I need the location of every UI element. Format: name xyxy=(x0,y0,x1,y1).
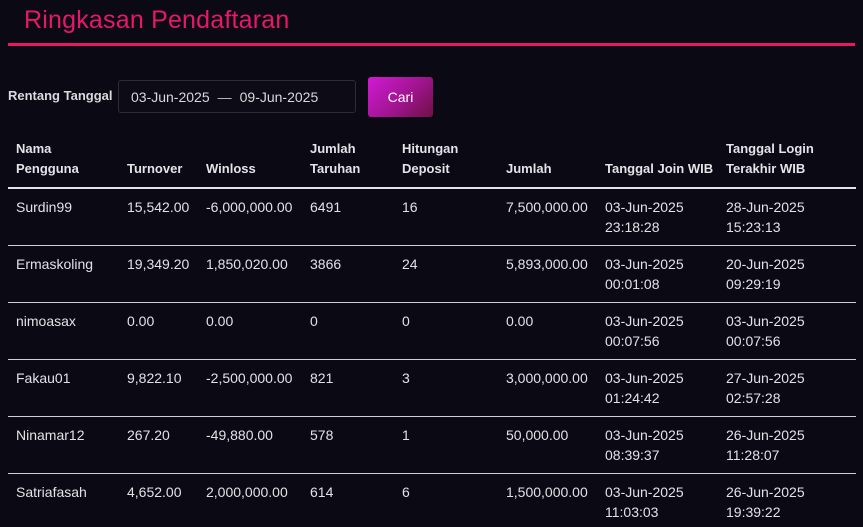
cell-amount: 50,000.00 xyxy=(506,427,569,443)
cell-last-login-date: 27-Jun-2025 xyxy=(726,370,805,386)
cell-last-login: 20-Jun-2025 09:29:19 xyxy=(726,254,805,294)
cell-turnover: 19,349.20 xyxy=(127,256,190,272)
cell-join-date-date: 03-Jun-2025 xyxy=(605,484,684,500)
header-winloss[interactable]: Winloss xyxy=(206,159,256,179)
cell-last-login-time: 00:07:56 xyxy=(726,333,781,349)
cell-amount: 0.00 xyxy=(506,313,534,329)
cell-winloss: -6,000,000.00 xyxy=(206,199,293,215)
cell-amount: 3,000,000.00 xyxy=(506,370,588,386)
cell-join-date-time: 23:18:28 xyxy=(605,219,660,235)
table-header: Nama Pengguna Turnover Winloss Jumlah Ta… xyxy=(8,137,856,189)
cell-deposit-count: 3 xyxy=(402,370,410,386)
cell-username: Surdin99 xyxy=(16,199,73,215)
cell-winloss: -2,500,000.00 xyxy=(206,370,293,386)
cell-amount: 7,500,000.00 xyxy=(506,199,588,215)
header-bet-count[interactable]: Jumlah Taruhan xyxy=(310,139,360,179)
table-body: Surdin99 15,542.00 -6,000,000.00 6491 16 7,50… xyxy=(8,189,856,527)
registration-table: Nama Pengguna Turnover Winloss Jumlah Ta… xyxy=(8,137,856,527)
cell-turnover: 267.20 xyxy=(127,427,170,443)
header-last-login[interactable]: Tanggal Login Terakhir WIB xyxy=(726,139,814,179)
cell-join-date-time: 11:03:03 xyxy=(605,504,659,520)
page-title: Ringkasan Pendaftaran xyxy=(24,6,290,34)
cell-deposit-count: 24 xyxy=(402,256,418,272)
cell-join-date-time: 08:39:37 xyxy=(605,447,660,463)
cell-join-date-time: 01:24:42 xyxy=(605,390,660,406)
cell-username: nimoasax xyxy=(16,313,76,329)
table-row[interactable]: Fakau01 9,822.10 -2,500,000.00 821 3 3,000,00… xyxy=(8,360,856,417)
cell-last-login: 26-Jun-2025 19:39:22 xyxy=(726,482,805,522)
cell-last-login-time: 19:39:22 xyxy=(726,504,781,520)
cell-winloss: 0.00 xyxy=(206,313,234,329)
cell-bet-count: 614 xyxy=(310,484,334,500)
cell-last-login-time: 02:57:28 xyxy=(726,390,781,406)
cell-deposit-count: 16 xyxy=(402,199,418,215)
table-row[interactable]: Surdin99 15,542.00 -6,000,000.00 6491 16 7,50… xyxy=(8,189,856,246)
date-range-label: Rentang Tanggal xyxy=(8,88,113,103)
cell-last-login-time: 09:29:19 xyxy=(726,276,781,292)
cell-last-login-date: 20-Jun-2025 xyxy=(726,256,805,272)
cell-bet-count: 0 xyxy=(310,313,318,329)
cell-bet-count: 578 xyxy=(310,427,334,443)
cell-username: Ermaskoling xyxy=(16,256,94,272)
date-range-input[interactable]: 03-Jun-2025 — 09-Jun-2025 xyxy=(118,80,356,113)
cell-join-date: 03-Jun-2025 01:24:42 xyxy=(605,368,684,408)
cell-deposit-count: 1 xyxy=(402,427,410,443)
cell-last-login-date: 26-Jun-2025 xyxy=(726,484,805,500)
cell-last-login-time: 11:28:07 xyxy=(726,447,780,463)
cell-last-login: 26-Jun-2025 11:28:07 xyxy=(726,425,805,465)
cell-join-date: 03-Jun-2025 23:18:28 xyxy=(605,197,684,237)
header-deposit-count[interactable]: Hitungan Deposit xyxy=(402,139,458,179)
cell-last-login: 27-Jun-2025 02:57:28 xyxy=(726,368,805,408)
cell-join-date: 03-Jun-2025 11:03:03 xyxy=(605,482,684,522)
header-username[interactable]: Nama Pengguna xyxy=(16,139,79,179)
cell-join-date-date: 03-Jun-2025 xyxy=(605,427,684,443)
table-row[interactable]: Ermaskoling 19,349.20 1,850,020.00 3866 24 5,… xyxy=(8,246,856,303)
cell-bet-count: 821 xyxy=(310,370,334,386)
cell-username: Ninamar12 xyxy=(16,427,85,443)
cell-join-date-time: 00:07:56 xyxy=(605,333,660,349)
registration-summary-page: Ringkasan Pendaftaran Rentang Tanggal 03… xyxy=(0,0,863,527)
cell-last-login-date: 28-Jun-2025 xyxy=(726,199,805,215)
header-amount[interactable]: Jumlah xyxy=(506,159,552,179)
date-separator: — xyxy=(217,88,232,105)
cell-join-date: 03-Jun-2025 00:01:08 xyxy=(605,254,684,294)
table-row[interactable]: Ninamar12 267.20 -49,880.00 578 1 50,000.00 03… xyxy=(8,417,856,474)
cell-last-login-time: 15:23:13 xyxy=(726,219,781,235)
cell-last-login: 28-Jun-2025 15:23:13 xyxy=(726,197,805,237)
title-divider xyxy=(8,43,855,46)
cell-winloss: 1,850,020.00 xyxy=(206,256,288,272)
date-from-value: 03-Jun-2025 xyxy=(131,88,210,105)
cell-deposit-count: 0 xyxy=(402,313,410,329)
header-join-date[interactable]: Tanggal Join WIB xyxy=(605,159,713,179)
cell-turnover: 0.00 xyxy=(127,313,155,329)
cell-winloss: 2,000,000.00 xyxy=(206,484,288,500)
cell-turnover: 9,822.10 xyxy=(127,370,182,386)
search-button[interactable]: Cari xyxy=(368,77,433,117)
table-row[interactable]: nimoasax 0.00 0.00 0 0 0.00 03-Jun-2025 00:07:5… xyxy=(8,303,856,360)
cell-last-login-date: 26-Jun-2025 xyxy=(726,427,805,443)
cell-join-date-date: 03-Jun-2025 xyxy=(605,199,684,215)
cell-join-date-date: 03-Jun-2025 xyxy=(605,313,684,329)
cell-last-login-date: 03-Jun-2025 xyxy=(726,313,805,329)
cell-join-date-date: 03-Jun-2025 xyxy=(605,370,684,386)
header-turnover[interactable]: Turnover xyxy=(127,159,182,179)
cell-join-date-date: 03-Jun-2025 xyxy=(605,256,684,272)
table-row[interactable]: Satriafasah 4,652.00 2,000,000.00 614 6 1,500… xyxy=(8,474,856,527)
cell-join-date: 03-Jun-2025 00:07:56 xyxy=(605,311,684,351)
cell-amount: 5,893,000.00 xyxy=(506,256,588,272)
cell-last-login: 03-Jun-2025 00:07:56 xyxy=(726,311,805,351)
cell-turnover: 4,652.00 xyxy=(127,484,182,500)
cell-username: Fakau01 xyxy=(16,370,71,386)
cell-join-date: 03-Jun-2025 08:39:37 xyxy=(605,425,684,465)
cell-bet-count: 6491 xyxy=(310,199,342,215)
cell-amount: 1,500,000.00 xyxy=(506,484,588,500)
cell-turnover: 15,542.00 xyxy=(127,199,190,215)
cell-bet-count: 3866 xyxy=(310,256,342,272)
cell-join-date-time: 00:01:08 xyxy=(605,276,660,292)
cell-winloss: -49,880.00 xyxy=(206,427,273,443)
cell-deposit-count: 6 xyxy=(402,484,410,500)
date-to-value: 09-Jun-2025 xyxy=(239,88,319,105)
cell-username: Satriafasah xyxy=(16,484,87,500)
